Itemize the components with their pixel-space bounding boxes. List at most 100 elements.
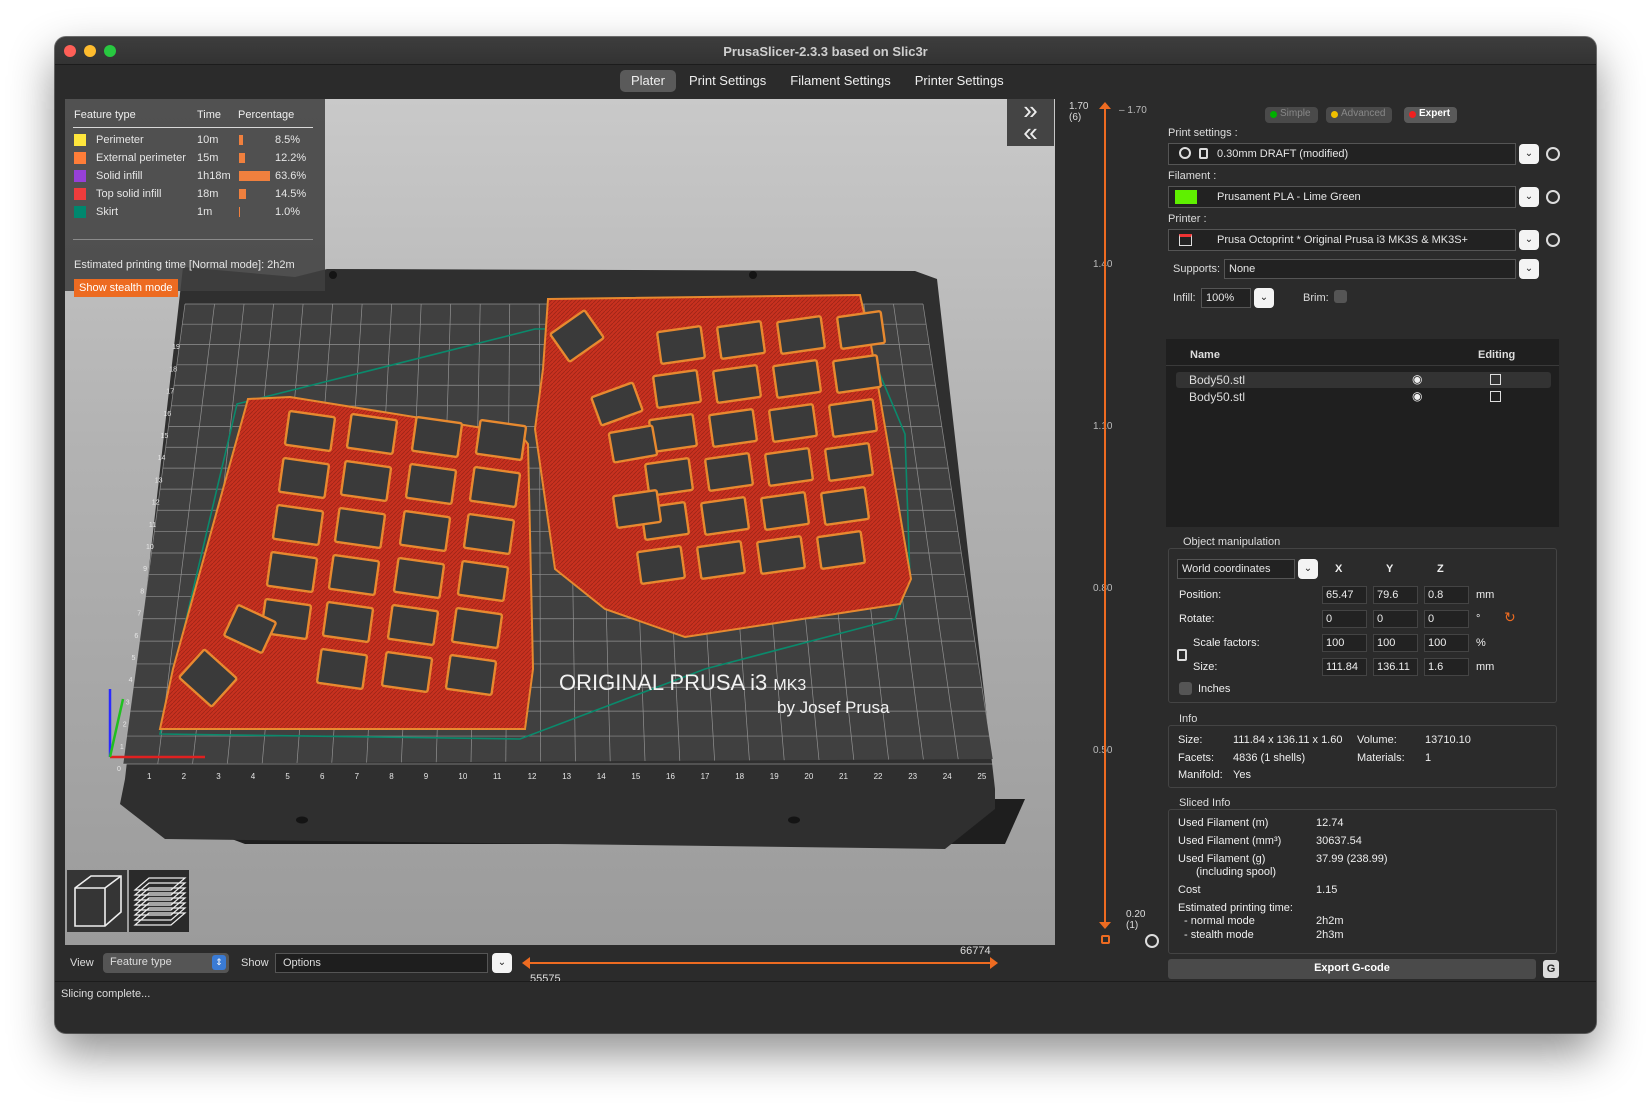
part-cutout bbox=[760, 491, 810, 531]
lock-scale-icon[interactable] bbox=[1177, 649, 1187, 661]
position-z-input[interactable]: 0.8 bbox=[1424, 586, 1469, 604]
rotate-x-input[interactable]: 0 bbox=[1322, 610, 1367, 628]
filament-gear-icon[interactable] bbox=[1546, 190, 1560, 204]
part-cutout bbox=[820, 486, 870, 526]
gcode-preview-icon[interactable]: G bbox=[1543, 960, 1559, 978]
collapse-sidebar-button[interactable]: » « bbox=[1007, 97, 1054, 146]
legend-row[interactable]: External perimeter 15m 12.2% bbox=[65, 149, 325, 167]
bed-screw-hole bbox=[749, 271, 757, 279]
coordinates-select[interactable]: World coordinates bbox=[1177, 559, 1295, 579]
edit-icon[interactable] bbox=[1490, 391, 1501, 402]
normal-mode-value: 2h2m bbox=[1316, 915, 1344, 927]
print-settings-value: 0.30mm DRAFT (modified) bbox=[1217, 148, 1349, 160]
part-cutout bbox=[456, 560, 510, 602]
show-stealth-mode-button[interactable]: Show stealth mode bbox=[74, 279, 178, 297]
layer-slider[interactable]: 1.70 (6) – 1.70 1.40 1.10 0.80 0.50 0.20 (1) bbox=[1058, 99, 1166, 981]
info-manifold-value: Yes bbox=[1233, 769, 1251, 781]
horizontal-move-slider[interactable] bbox=[520, 945, 1010, 981]
info-materials-value: 1 bbox=[1425, 752, 1432, 764]
rotate-y-input[interactable]: 0 bbox=[1373, 610, 1418, 628]
legend-row[interactable]: Solid infill 1h18m 63.6% bbox=[65, 167, 325, 185]
position-unit: mm bbox=[1476, 589, 1495, 601]
tab-plater[interactable]: Plater bbox=[620, 70, 676, 92]
unlock-icon[interactable] bbox=[1101, 935, 1110, 944]
tab-print-settings[interactable]: Print Settings bbox=[678, 70, 777, 92]
part-cutout bbox=[386, 604, 440, 646]
size-z-input[interactable]: 1.6 bbox=[1424, 658, 1469, 676]
layer-lower-thumb[interactable] bbox=[1099, 922, 1111, 929]
inches-checkbox[interactable] bbox=[1179, 682, 1192, 695]
stealth-mode-value: 2h3m bbox=[1316, 929, 1344, 941]
tab-filament-settings[interactable]: Filament Settings bbox=[779, 70, 901, 92]
show-options-dropdown-button[interactable]: ⌄ bbox=[492, 953, 512, 973]
legend-row[interactable]: Skirt 1m 1.0% bbox=[65, 203, 325, 221]
tab-printer-settings[interactable]: Printer Settings bbox=[904, 70, 1015, 92]
brim-checkbox[interactable] bbox=[1334, 290, 1347, 303]
bed-y-tick-label: 5 bbox=[132, 655, 136, 662]
mode-advanced-button[interactable]: Advanced bbox=[1326, 107, 1393, 123]
3d-view-button[interactable] bbox=[67, 870, 127, 932]
bed-y-tick-label: 0 bbox=[117, 766, 121, 773]
bed-x-tick-label: 22 bbox=[874, 772, 883, 781]
show-options-select[interactable]: Options bbox=[275, 953, 488, 973]
bed-x-tick-label: 8 bbox=[389, 772, 394, 781]
bed-y-tick-label: 18 bbox=[169, 366, 177, 373]
printer-select[interactable]: Prusa Octoprint * Original Prusa i3 MK3S… bbox=[1168, 229, 1516, 251]
legend-header-percentage: Percentage bbox=[238, 109, 295, 121]
legend-feature-percentage: 12.2% bbox=[275, 152, 307, 164]
print-settings-select[interactable]: 0.30mm DRAFT (modified) bbox=[1168, 143, 1516, 165]
layer-upper-thumb[interactable] bbox=[1099, 102, 1111, 109]
chevron-down-icon: ⌄ bbox=[1524, 148, 1534, 159]
reset-rotation-icon[interactable]: ↻ bbox=[1504, 609, 1516, 626]
rotate-z-input[interactable]: 0 bbox=[1424, 610, 1469, 628]
scale-x-input[interactable]: 100 bbox=[1322, 634, 1367, 652]
supports-dropdown[interactable]: ⌄ bbox=[1519, 259, 1539, 279]
supports-select[interactable]: None bbox=[1224, 259, 1516, 279]
edit-icon[interactable] bbox=[1490, 374, 1501, 385]
bed-screw-hole bbox=[329, 271, 337, 279]
bed-y-tick-label: 14 bbox=[158, 455, 166, 462]
list-header-editing: Editing bbox=[1478, 349, 1516, 361]
slider-upper-thumb[interactable] bbox=[990, 957, 998, 969]
export-gcode-button[interactable]: Export G-code bbox=[1168, 959, 1536, 979]
scale-z-input[interactable]: 100 bbox=[1424, 634, 1469, 652]
mode-expert-button[interactable]: Expert bbox=[1404, 107, 1458, 123]
object-manipulation-panel: World coordinates ⌄ X Y Z Position: 65.4… bbox=[1168, 548, 1557, 703]
slider-lower-thumb[interactable] bbox=[522, 957, 530, 969]
coordinates-dropdown[interactable]: ⌄ bbox=[1298, 559, 1318, 579]
printer-label: Printer : bbox=[1168, 213, 1207, 225]
size-y-input[interactable]: 136.11 bbox=[1373, 658, 1418, 676]
eye-icon[interactable]: ◉ bbox=[1412, 372, 1422, 386]
preview-view-button[interactable] bbox=[129, 870, 189, 932]
print-settings-gear-icon[interactable] bbox=[1546, 147, 1560, 161]
filament-select[interactable]: Prusament PLA - Lime Green bbox=[1168, 186, 1516, 208]
mode-simple-button[interactable]: Simple bbox=[1265, 107, 1318, 123]
gear-icon[interactable] bbox=[1145, 934, 1159, 948]
legend-row[interactable]: Top solid infill 18m 14.5% bbox=[65, 185, 325, 203]
bed-y-tick-label: 1 bbox=[120, 744, 124, 751]
preview-bottom-bar: View Feature type ⇕ Show Options ⌄ 66774… bbox=[65, 945, 1055, 985]
legend-color-swatch bbox=[74, 188, 86, 200]
bed-y-tick-label: 6 bbox=[134, 633, 138, 640]
list-item-selected[interactable]: Body50.stl ◉ bbox=[1176, 372, 1551, 388]
printer-gear-icon[interactable] bbox=[1546, 233, 1560, 247]
infill-dropdown[interactable]: ⌄ bbox=[1254, 288, 1274, 308]
position-x-input[interactable]: 65.47 bbox=[1322, 586, 1367, 604]
part-cutout bbox=[832, 354, 882, 394]
position-y-input[interactable]: 79.6 bbox=[1373, 586, 1418, 604]
legend-row[interactable]: Perimeter 10m 8.5% bbox=[65, 131, 325, 149]
printer-dropdown[interactable]: ⌄ bbox=[1519, 230, 1539, 250]
chevron-updown-icon: ⇕ bbox=[212, 955, 226, 970]
print-settings-dropdown[interactable]: ⌄ bbox=[1519, 144, 1539, 164]
infill-select[interactable]: 100% bbox=[1201, 288, 1251, 308]
scale-y-input[interactable]: 100 bbox=[1373, 634, 1418, 652]
size-x-input[interactable]: 111.84 bbox=[1322, 658, 1367, 676]
list-item[interactable]: Body50.stl ◉ bbox=[1176, 389, 1551, 405]
part-cutout bbox=[345, 413, 399, 455]
view-type-select[interactable]: Feature type ⇕ bbox=[103, 953, 229, 973]
filament-dropdown[interactable]: ⌄ bbox=[1519, 187, 1539, 207]
object-name: Body50.stl bbox=[1189, 390, 1246, 404]
used-filament-m-label: Used Filament (m) bbox=[1178, 817, 1269, 829]
part-cutout bbox=[265, 551, 319, 593]
eye-icon[interactable]: ◉ bbox=[1412, 389, 1422, 403]
